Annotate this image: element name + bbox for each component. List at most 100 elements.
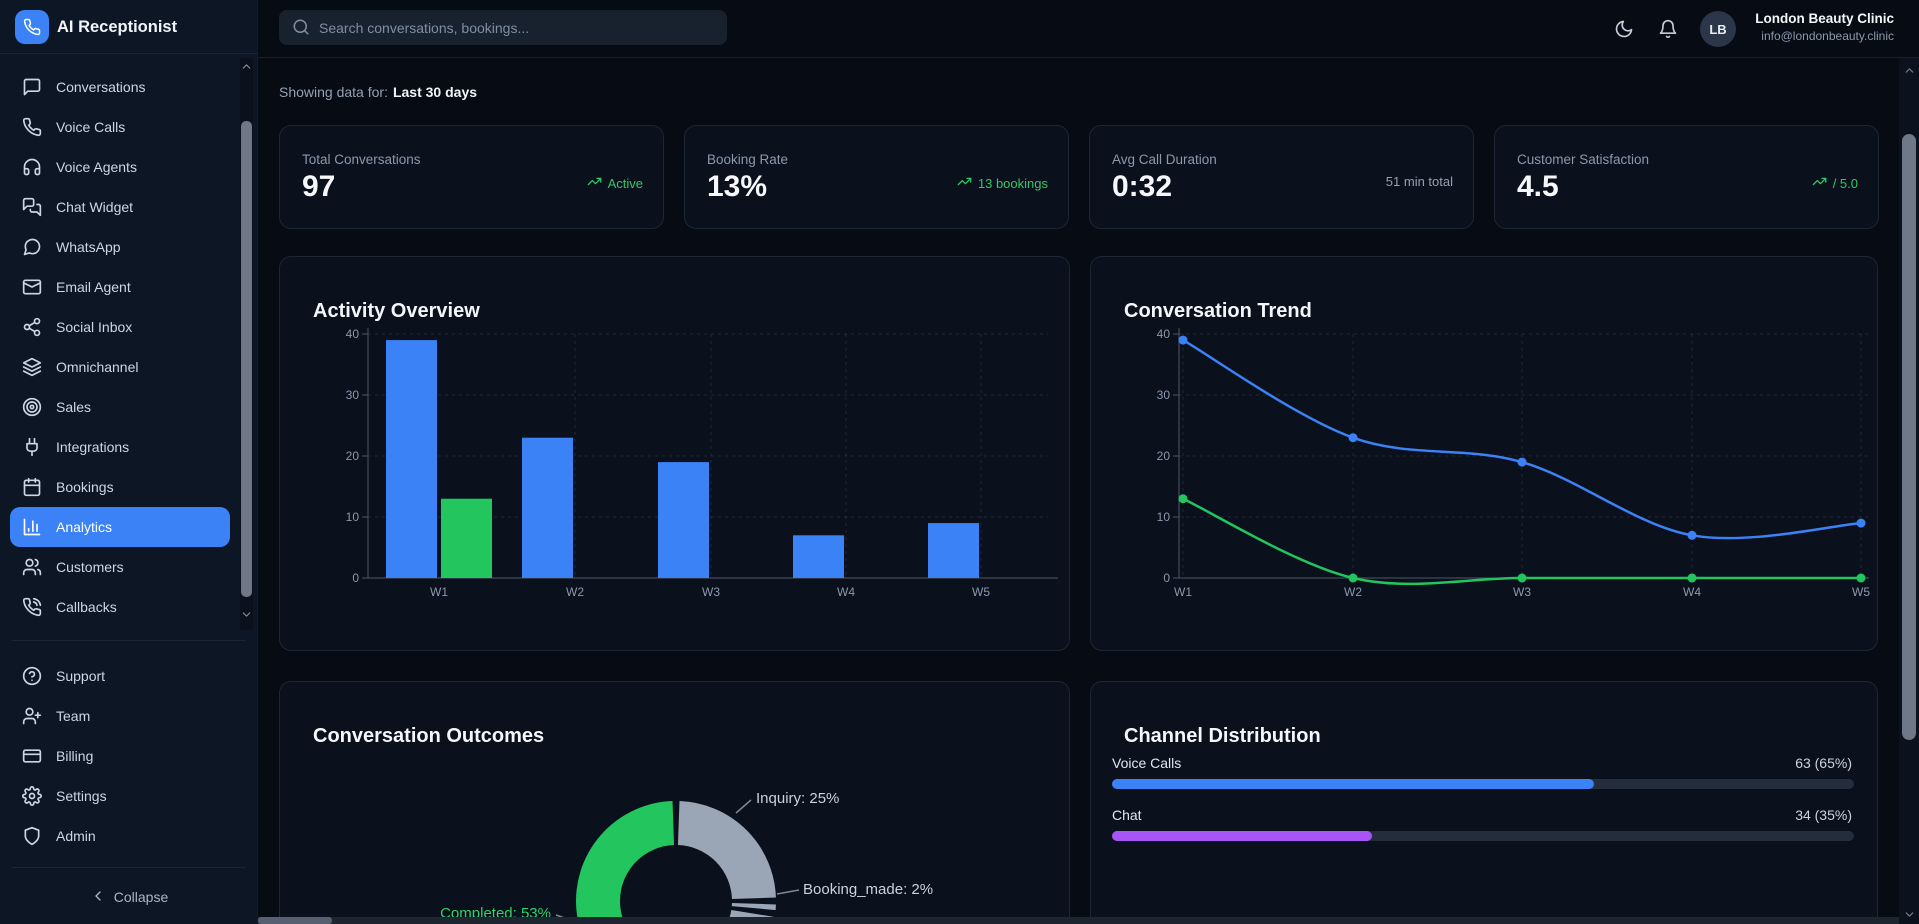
stat-label: Customer Satisfaction [1517,152,1649,167]
sidebar-item-sales[interactable]: Sales [0,387,258,427]
headphones-icon [22,157,42,177]
sidebar-item-admin[interactable]: Admin [0,816,258,856]
sidebar-item-team[interactable]: Team [0,696,258,736]
target-icon [22,397,42,417]
sidebar-item-whatsapp[interactable]: WhatsApp [0,227,258,267]
svg-text:W1: W1 [430,585,448,599]
horizontal-scrollbar-track[interactable] [258,917,1899,924]
sidebar-item-label: Settings [56,788,107,804]
sidebar-item-label: Integrations [56,439,129,455]
sidebar-item-analytics[interactable]: Analytics [10,507,230,547]
sidebar-item-email-agent[interactable]: Email Agent [0,267,258,307]
sidebar-item-label: Admin [56,828,96,844]
vertical-scrollbar-thumb[interactable] [1902,134,1916,740]
conversation-trend-card: Conversation Trend 010203040W1W2W3W4W5 [1090,256,1878,651]
sidebar-scrollbar-thumb[interactable] [241,121,252,597]
svg-text:30: 30 [1157,388,1171,402]
share-2-icon [22,317,42,337]
svg-text:20: 20 [1157,449,1171,463]
svg-text:W2: W2 [566,585,584,599]
scroll-up-icon[interactable] [1903,64,1916,77]
phone-call-icon [22,597,42,617]
notifications-button[interactable] [1652,13,1684,45]
sidebar-item-social-inbox[interactable]: Social Inbox [0,307,258,347]
stat-badge: / 5.0 [1812,174,1858,192]
sidebar-item-customers[interactable]: Customers [0,547,258,587]
user-email: info@londonbeauty.clinic [1744,28,1894,44]
sidebar-divider [12,640,246,641]
scroll-up-icon[interactable] [240,60,253,73]
svg-text:W3: W3 [1513,585,1531,599]
stat-label: Total Conversations [302,152,421,167]
svg-text:W4: W4 [837,585,855,599]
sidebar-item-conversations[interactable]: Conversations [0,67,258,107]
sidebar-item-chat-widget[interactable]: Chat Widget [0,187,258,227]
collapse-sidebar-button[interactable]: Collapse [0,877,258,917]
stat-label: Booking Rate [707,152,788,167]
sidebar-item-label: Omnichannel [56,359,139,375]
svg-text:W4: W4 [1683,585,1701,599]
channel-bar-track [1112,779,1854,789]
sidebar-item-callbacks[interactable]: Callbacks [0,587,258,627]
topbar: LB London Beauty Clinic info@londonbeaut… [258,0,1919,58]
sidebar-item-billing[interactable]: Billing [0,736,258,776]
mail-icon [22,277,42,297]
app-window: AI Receptionist ConversationsVoice Calls… [0,0,1919,924]
filter-note-value: Last 30 days [393,84,477,100]
conversation-outcomes-card: Conversation Outcomes Inquiry: 25%Bookin… [279,681,1070,924]
svg-text:W1: W1 [1174,585,1192,599]
channel-bar-track [1112,831,1854,841]
sidebar-item-omnichannel[interactable]: Omnichannel [0,347,258,387]
messages-square-icon [22,197,42,217]
sidebar-item-voice-agents[interactable]: Voice Agents [0,147,258,187]
sidebar-item-label: Social Inbox [56,319,132,335]
scroll-down-icon[interactable] [240,608,253,621]
stat-label: Avg Call Duration [1112,152,1217,167]
trending-up-icon [957,174,972,192]
conversation-trend-line-chart: 010203040W1W2W3W4W5 [1091,257,1879,652]
sidebar-item-label: Support [56,668,105,684]
sidebar-item-label: Team [56,708,90,724]
sidebar-nav-primary: ConversationsVoice Calls Voice Agents Chat… [0,67,258,627]
credit-card-icon [22,746,42,766]
svg-text:40: 40 [346,327,360,341]
donut-label-booking-made: Booking_made: 2% [803,881,933,898]
scroll-down-icon[interactable] [1903,908,1916,921]
svg-text:W5: W5 [1852,585,1870,599]
sidebar-item-support[interactable]: Support [0,656,258,696]
stat-value: 13% [707,170,767,204]
sidebar-nav-secondary: Support Team Billing Settings Admin [0,656,258,856]
chart-title: Channel Distribution [1124,725,1321,748]
svg-text:W3: W3 [702,585,720,599]
svg-text:W5: W5 [972,585,990,599]
phone-logo-icon [15,10,49,44]
sidebar-item-label: WhatsApp [56,239,121,255]
svg-text:40: 40 [1157,327,1171,341]
filter-note-prefix: Showing data for: [279,84,388,100]
activity-bar-chart: 010203040W1W2W3W4W5 [280,257,1071,652]
svg-text:10: 10 [1157,510,1171,524]
stat-value: 97 [302,170,335,204]
sidebar-item-integrations[interactable]: Integrations [0,427,258,467]
channel-value: 34 (35%) [1795,807,1852,823]
stat-card-customer-satisfaction: Customer Satisfaction4.5/ 5.0 [1494,125,1879,229]
search-input[interactable] [317,10,719,45]
user-block: London Beauty Clinic info@londonbeauty.c… [1744,9,1894,44]
avatar[interactable]: LB [1700,11,1736,47]
users-icon [22,557,42,577]
dark-mode-toggle[interactable] [1608,13,1640,45]
sidebar-item-label: Voice Agents [56,159,137,175]
sidebar-item-voice-calls[interactable]: Voice Calls [0,107,258,147]
phone-icon [22,117,42,137]
sidebar-item-bookings[interactable]: Bookings [0,467,258,507]
horizontal-scrollbar-thumb[interactable] [258,917,332,924]
channel-distribution-card: Channel Distribution Voice Calls63 (65%)… [1090,681,1878,924]
search-icon [292,18,310,41]
sidebar-item-label: Customers [56,559,124,575]
sidebar-item-label: Email Agent [56,279,131,295]
plug-icon [22,437,42,457]
trending-up-icon [1812,174,1827,192]
sidebar-divider [12,867,246,868]
sidebar: AI Receptionist ConversationsVoice Calls… [0,0,258,924]
sidebar-item-settings[interactable]: Settings [0,776,258,816]
